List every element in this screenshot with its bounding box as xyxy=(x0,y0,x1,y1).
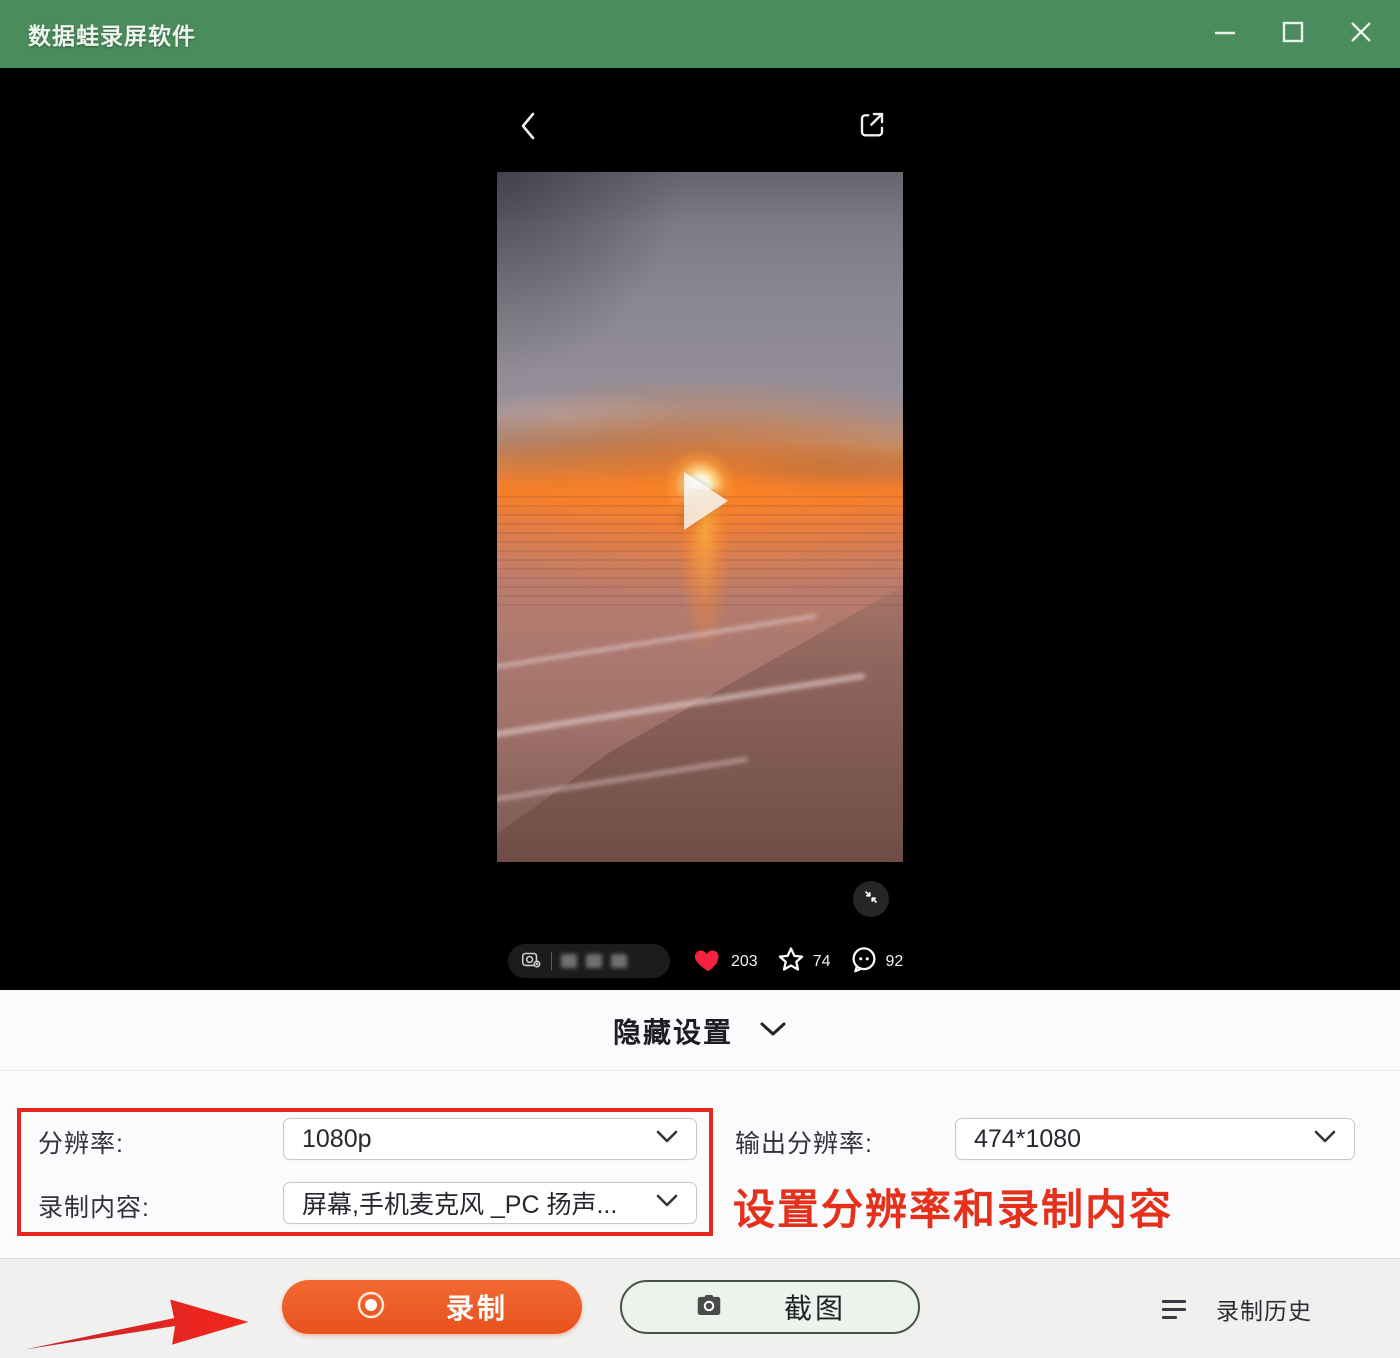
video-preview[interactable] xyxy=(497,172,903,862)
blurred-text xyxy=(611,954,627,968)
record-button-label: 录制 xyxy=(445,1293,508,1324)
app-window: 数据蛙录屏软件 203 74 92 隐藏设置 分辨率: 1080p 录制内容: … xyxy=(0,0,1400,1358)
like-button[interactable]: 203 xyxy=(692,945,758,980)
minimize-icon xyxy=(1212,19,1238,50)
list-icon xyxy=(1162,1299,1186,1319)
camera-watermark-icon xyxy=(520,948,542,975)
output-resolution-dropdown[interactable]: 474*1080 xyxy=(955,1118,1355,1160)
record-history-button[interactable]: 录制历史 xyxy=(1162,1259,1312,1358)
record-dot-icon xyxy=(356,1290,386,1325)
record-history-label: 录制历史 xyxy=(1216,1298,1312,1324)
output-resolution-label: 输出分辨率: xyxy=(735,1130,873,1158)
screenshot-button-label: 截图 xyxy=(783,1293,846,1324)
minimize-button[interactable] xyxy=(1208,17,1242,51)
star-icon xyxy=(776,945,806,980)
output-resolution-value: 474*1080 xyxy=(974,1124,1082,1153)
chevron-down-icon xyxy=(656,1130,678,1148)
comment-bubble-icon xyxy=(849,945,879,980)
back-button[interactable] xyxy=(512,108,544,148)
comment-button[interactable]: 92 xyxy=(849,945,904,980)
close-button[interactable] xyxy=(1344,17,1378,51)
play-icon[interactable] xyxy=(683,472,728,531)
favorite-button[interactable]: 74 xyxy=(776,945,831,980)
maximize-button[interactable] xyxy=(1276,17,1310,51)
chevron-down-icon xyxy=(656,1194,678,1212)
blurred-text xyxy=(561,954,577,968)
resolution-dropdown[interactable]: 1080p xyxy=(283,1118,697,1160)
mirror-stage: 203 74 92 xyxy=(0,68,1400,990)
hide-settings-toggle[interactable]: 隐藏设置 xyxy=(0,1008,1400,1054)
titlebar: 数据蛙录屏软件 xyxy=(0,0,1400,68)
chevron-down-icon xyxy=(1314,1130,1336,1148)
blurred-text xyxy=(586,954,602,968)
record-content-dropdown[interactable]: 屏幕,手机麦克风 _PC 扬声... xyxy=(283,1182,697,1224)
annotation-arrow xyxy=(25,1293,280,1353)
window-controls xyxy=(1208,0,1378,68)
resolution-value: 1080p xyxy=(302,1124,372,1153)
chevron-down-icon xyxy=(759,1021,787,1042)
collapse-button[interactable] xyxy=(853,881,889,917)
resolution-label: 分辨率: xyxy=(38,1130,124,1158)
action-toolbar: 录制 截图 录制历史 xyxy=(0,1258,1400,1358)
divider xyxy=(0,1070,1400,1071)
window-title: 数据蛙录屏软件 xyxy=(28,23,196,49)
heart-icon xyxy=(692,945,724,980)
screenshot-button[interactable]: 截图 xyxy=(620,1280,920,1334)
maximize-icon xyxy=(1280,19,1306,50)
hide-settings-label: 隐藏设置 xyxy=(612,1017,733,1048)
like-count: 203 xyxy=(731,953,758,970)
favorite-count: 74 xyxy=(812,953,831,970)
record-button[interactable]: 录制 xyxy=(282,1280,582,1334)
engagement-bar: 203 74 92 xyxy=(692,944,903,980)
watermark-pill[interactable] xyxy=(508,944,670,978)
divider xyxy=(551,952,552,970)
comment-count: 92 xyxy=(885,953,904,970)
annotation-text: 设置分辨率和录制内容 xyxy=(733,1186,1174,1233)
record-content-value: 屏幕,手机麦克风 _PC 扬声... xyxy=(302,1191,618,1219)
share-button[interactable] xyxy=(854,108,890,144)
camera-icon xyxy=(694,1290,724,1325)
back-icon xyxy=(518,110,538,147)
close-icon xyxy=(1348,19,1374,50)
record-content-label: 录制内容: xyxy=(38,1194,150,1222)
collapse-icon xyxy=(861,887,881,912)
settings-panel: 隐藏设置 分辨率: 1080p 录制内容: 屏幕,手机麦克风 _PC 扬声...… xyxy=(0,990,1400,1258)
external-link-icon xyxy=(857,109,887,144)
